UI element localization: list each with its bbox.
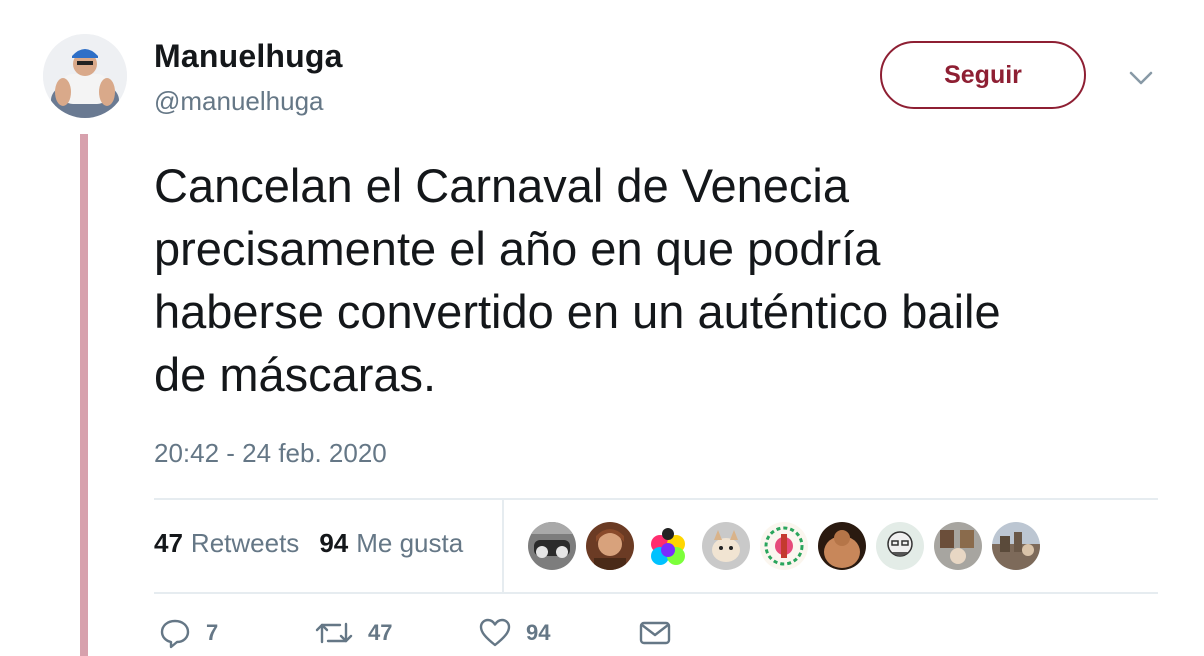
retweet-button[interactable]: 47	[314, 616, 392, 650]
direct-message-button[interactable]	[638, 616, 672, 650]
reply-button[interactable]: 7	[158, 616, 218, 650]
user-handle[interactable]: @manuelhuga	[154, 86, 324, 117]
avatar[interactable]	[43, 34, 127, 118]
tweet-text: Cancelan el Carnaval de Venecia precisam…	[154, 159, 1001, 401]
heart-icon	[478, 616, 512, 650]
avatar-image	[43, 34, 127, 118]
divider	[154, 592, 1158, 594]
liker-avatar[interactable]	[818, 522, 866, 570]
liker-avatar[interactable]	[702, 522, 750, 570]
mail-icon	[638, 616, 672, 650]
liker-avatar[interactable]	[876, 522, 924, 570]
tweet-timestamp[interactable]: 20:42 - 24 feb. 2020	[154, 438, 387, 469]
retweets-stat[interactable]: 47 Retweets	[154, 528, 299, 559]
liker-avatar[interactable]	[760, 522, 808, 570]
likes-count: 94	[319, 528, 349, 558]
tweet-stats: 47 Retweets 94 Me gusta	[154, 528, 463, 559]
likes-label: Me gusta	[356, 528, 464, 558]
user-display-name[interactable]: Manuelhuga	[154, 38, 343, 75]
likers-avatars	[528, 522, 1040, 570]
likes-stat[interactable]: 94 Me gusta	[319, 528, 463, 559]
thread-line	[80, 134, 88, 656]
like-button[interactable]: 94	[478, 616, 550, 650]
liker-avatar[interactable]	[586, 522, 634, 570]
liker-avatar[interactable]	[644, 522, 692, 570]
liker-avatar[interactable]	[934, 522, 982, 570]
retweet-icon	[314, 616, 354, 650]
liker-avatar[interactable]	[992, 522, 1040, 570]
retweets-label: Retweets	[190, 528, 300, 558]
reply-count: 7	[206, 620, 219, 645]
stats-divider	[502, 500, 504, 592]
retweets-count: 47	[154, 528, 183, 558]
like-count: 94	[526, 620, 551, 645]
liker-avatar[interactable]	[528, 522, 576, 570]
reply-icon	[158, 616, 192, 650]
chevron-down-icon[interactable]	[1125, 62, 1157, 94]
divider	[154, 498, 1158, 500]
retweet-count: 47	[368, 620, 393, 645]
follow-button[interactable]: Seguir	[880, 41, 1086, 109]
